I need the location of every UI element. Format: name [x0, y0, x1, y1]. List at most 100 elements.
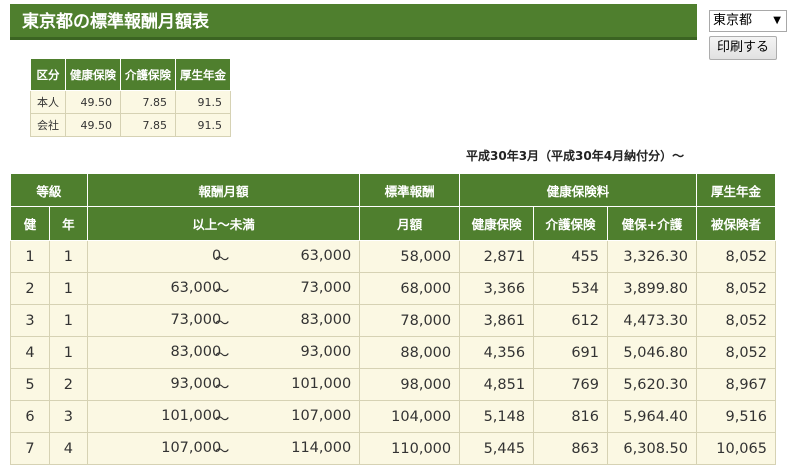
range-upper: 83,000	[300, 312, 352, 328]
prefecture-select[interactable]: 東京都 ▼	[709, 10, 787, 32]
pay-range: 107,000 ～ 114,000	[86, 432, 361, 465]
table-row: 2 1 63,000 ～ 73,000 68,000 3,366 534 3,899.80 8,0…	[10, 272, 777, 305]
health-care-amount: 3,326.30	[607, 240, 697, 273]
rate-cell: 91.5	[175, 90, 231, 114]
table-row: 5 2 93,000 ～ 101,000 98,000 4,851 769 5,620.30 8,…	[10, 368, 777, 401]
header-grade: 等級	[10, 173, 88, 207]
grade-ken: 5	[10, 368, 50, 401]
rate-header-care: 介護保険	[120, 58, 176, 91]
range-tilde: ～	[214, 252, 230, 268]
rate-row-employee: 本人 49.50 7.85 91.5	[30, 90, 231, 114]
table-row: 3 1 73,000 ～ 83,000 78,000 3,861 612 4,473.30 8,0…	[10, 304, 777, 337]
pay-range: 73,000 ～ 83,000	[86, 304, 361, 337]
rate-header-pension: 厚生年金	[175, 58, 231, 91]
header-standard: 標準報酬	[359, 173, 461, 207]
period-label: 平成30年3月（平成30年4月納付分）～	[466, 149, 685, 163]
rate-cell: 7.85	[120, 90, 176, 114]
health-ins-amount: 2,871	[459, 240, 535, 273]
pension-amount: 8,052	[695, 272, 777, 305]
standard-monthly: 110,000	[359, 432, 461, 465]
grade-nen: 1	[48, 304, 88, 337]
range-upper: 114,000	[291, 440, 352, 456]
subheader-ken: 健	[10, 206, 50, 241]
range-upper: 73,000	[300, 280, 352, 296]
table-row: 4 1 83,000 ～ 93,000 88,000 4,356 691 5,046.80 8,0…	[10, 336, 777, 369]
care-ins-amount: 534	[533, 272, 609, 305]
range-upper: 107,000	[291, 408, 352, 424]
prefecture-select-value: 東京都	[713, 13, 753, 28]
health-ins-amount: 5,148	[459, 400, 535, 433]
range-tilde: ～	[214, 348, 230, 364]
print-button[interactable]: 印刷する	[709, 36, 777, 60]
range-lower: 63,000	[170, 280, 222, 296]
health-ins-amount: 3,861	[459, 304, 535, 337]
standard-monthly: 68,000	[359, 272, 461, 305]
pay-range: 0 ～ 63,000	[86, 240, 361, 273]
care-ins-amount: 816	[533, 400, 609, 433]
health-care-amount: 3,899.80	[607, 272, 697, 305]
rate-row-company: 会社 49.50 7.85 91.5	[30, 113, 231, 137]
range-tilde: ～	[214, 380, 230, 396]
subheader-range: 以上～未満	[86, 206, 361, 241]
rate-cell: 本人	[30, 90, 66, 114]
header-health-premium: 健康保険料	[459, 173, 697, 207]
health-care-amount: 4,473.30	[607, 304, 697, 337]
range-tilde: ～	[214, 316, 230, 332]
rate-cell: 7.85	[120, 113, 176, 137]
range-upper: 101,000	[291, 376, 352, 392]
range-tilde: ～	[214, 412, 230, 428]
chevron-down-icon: ▼	[773, 15, 781, 26]
pay-range: 93,000 ～ 101,000	[86, 368, 361, 401]
pension-amount: 9,516	[695, 400, 777, 433]
grade-ken: 4	[10, 336, 50, 369]
pension-amount: 8,052	[695, 304, 777, 337]
header-monthly-pay: 報酬月額	[86, 173, 361, 207]
header-pension: 厚生年金	[695, 173, 777, 207]
rate-cell: 91.5	[175, 113, 231, 137]
range-tilde: ～	[214, 444, 230, 460]
range-lower: 101,000	[161, 408, 222, 424]
grade-nen: 1	[48, 272, 88, 305]
health-care-amount: 5,046.80	[607, 336, 697, 369]
grade-nen: 1	[48, 240, 88, 273]
standard-monthly: 104,000	[359, 400, 461, 433]
subheader-monthly: 月額	[359, 206, 461, 241]
pension-amount: 10,065	[695, 432, 777, 465]
health-care-amount: 6,308.50	[607, 432, 697, 465]
standard-monthly: 88,000	[359, 336, 461, 369]
grade-ken: 6	[10, 400, 50, 433]
subheader-insured: 被保険者	[695, 206, 777, 241]
grade-ken: 3	[10, 304, 50, 337]
subheader-health-care: 健保+介護	[607, 206, 697, 241]
standard-remuneration-table: 等級 報酬月額 標準報酬 健康保険料 厚生年金 健 年 以上～未満 月額 健康保…	[10, 173, 777, 465]
care-ins-amount: 863	[533, 432, 609, 465]
care-ins-amount: 691	[533, 336, 609, 369]
rate-cell: 49.50	[65, 113, 121, 137]
pay-range: 83,000 ～ 93,000	[86, 336, 361, 369]
rate-header-health: 健康保険	[65, 58, 121, 91]
insurance-rate-table: 区分 健康保険 介護保険 厚生年金 本人 49.50 7.85 91.5 会社 …	[30, 58, 231, 137]
pension-amount: 8,052	[695, 336, 777, 369]
health-ins-amount: 4,851	[459, 368, 535, 401]
health-care-amount: 5,964.40	[607, 400, 697, 433]
grade-nen: 3	[48, 400, 88, 433]
subheader-health-ins: 健康保険	[459, 206, 535, 241]
grade-ken: 7	[10, 432, 50, 465]
pay-range: 63,000 ～ 73,000	[86, 272, 361, 305]
range-lower: 83,000	[170, 344, 222, 360]
pension-amount: 8,967	[695, 368, 777, 401]
page-title: 東京都の標準報酬月額表	[10, 4, 697, 40]
health-ins-amount: 3,366	[459, 272, 535, 305]
table-row: 7 4 107,000 ～ 114,000 110,000 5,445 863 6,308.50…	[10, 432, 777, 465]
grade-nen: 4	[48, 432, 88, 465]
range-tilde: ～	[214, 284, 230, 300]
care-ins-amount: 455	[533, 240, 609, 273]
rate-header-category: 区分	[30, 58, 66, 91]
table-row: 1 1 0 ～ 63,000 58,000 2,871 455 3,326.30 8,052	[10, 240, 777, 273]
pay-range: 101,000 ～ 107,000	[86, 400, 361, 433]
range-upper: 93,000	[300, 344, 352, 360]
standard-monthly: 98,000	[359, 368, 461, 401]
range-upper: 63,000	[300, 248, 352, 264]
grade-ken: 2	[10, 272, 50, 305]
grade-nen: 2	[48, 368, 88, 401]
